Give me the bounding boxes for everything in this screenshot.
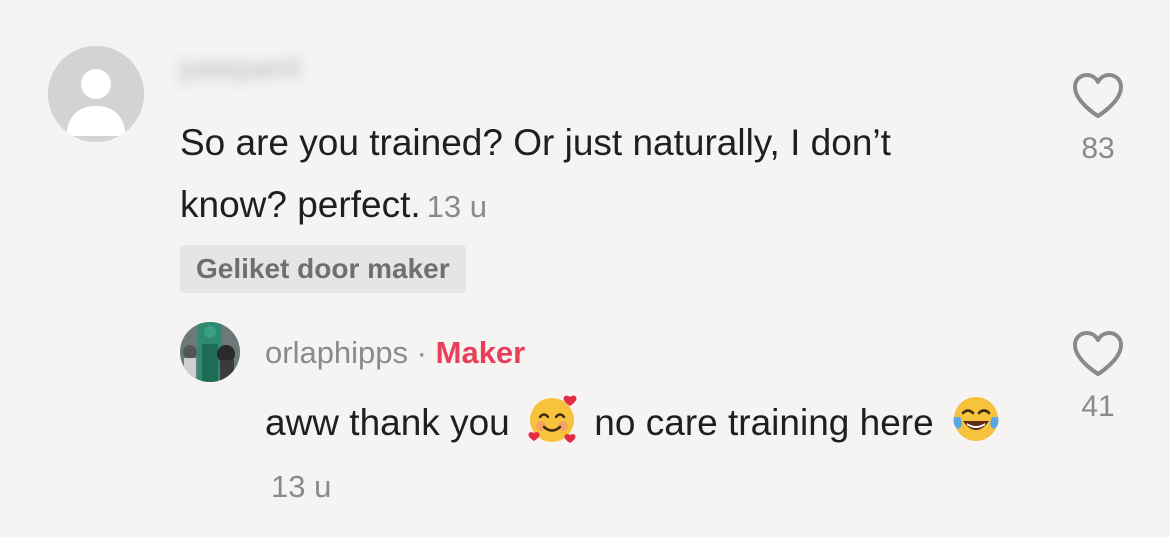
maker-badge: Maker xyxy=(435,335,526,370)
default-user-icon xyxy=(48,46,144,142)
reply-like: 41 xyxy=(1063,330,1133,424)
comment-body: So are you trained? Or just naturally, I… xyxy=(180,112,960,238)
comment-text: So are you trained? Or just naturally, I… xyxy=(180,122,891,225)
heart-icon[interactable] xyxy=(1071,330,1125,378)
commenter-username[interactable]: joeepanil xyxy=(180,52,350,92)
reply-text-part2: no care training here xyxy=(584,402,944,443)
separator-dot: · xyxy=(416,335,427,370)
face-with-tears-of-joy-emoji xyxy=(953,397,999,441)
reply-text-part1: aww thank you xyxy=(265,402,521,443)
smiling-face-with-hearts-emoji xyxy=(528,395,577,443)
reply-username[interactable]: orlaphipps xyxy=(265,335,408,370)
commenter-avatar[interactable] xyxy=(48,46,144,142)
like-count: 83 xyxy=(1081,132,1115,165)
like-count: 41 xyxy=(1081,390,1115,423)
reply-header: orlaphipps · Maker xyxy=(265,333,525,373)
comment-thread: joeepanil So are you trained? Or just na… xyxy=(0,0,1170,537)
liked-by-creator-badge: Geliket door maker xyxy=(180,245,466,293)
heart-icon[interactable] xyxy=(1071,72,1125,120)
profile-photo xyxy=(180,322,240,382)
reply-avatar[interactable] xyxy=(180,322,240,382)
comment-timestamp: 13 u xyxy=(426,189,487,224)
comment-like: 83 xyxy=(1063,72,1133,166)
reply-timestamp: 13 u xyxy=(271,469,332,504)
reply-body: aww thank you no care training here 13 u xyxy=(265,392,1025,518)
